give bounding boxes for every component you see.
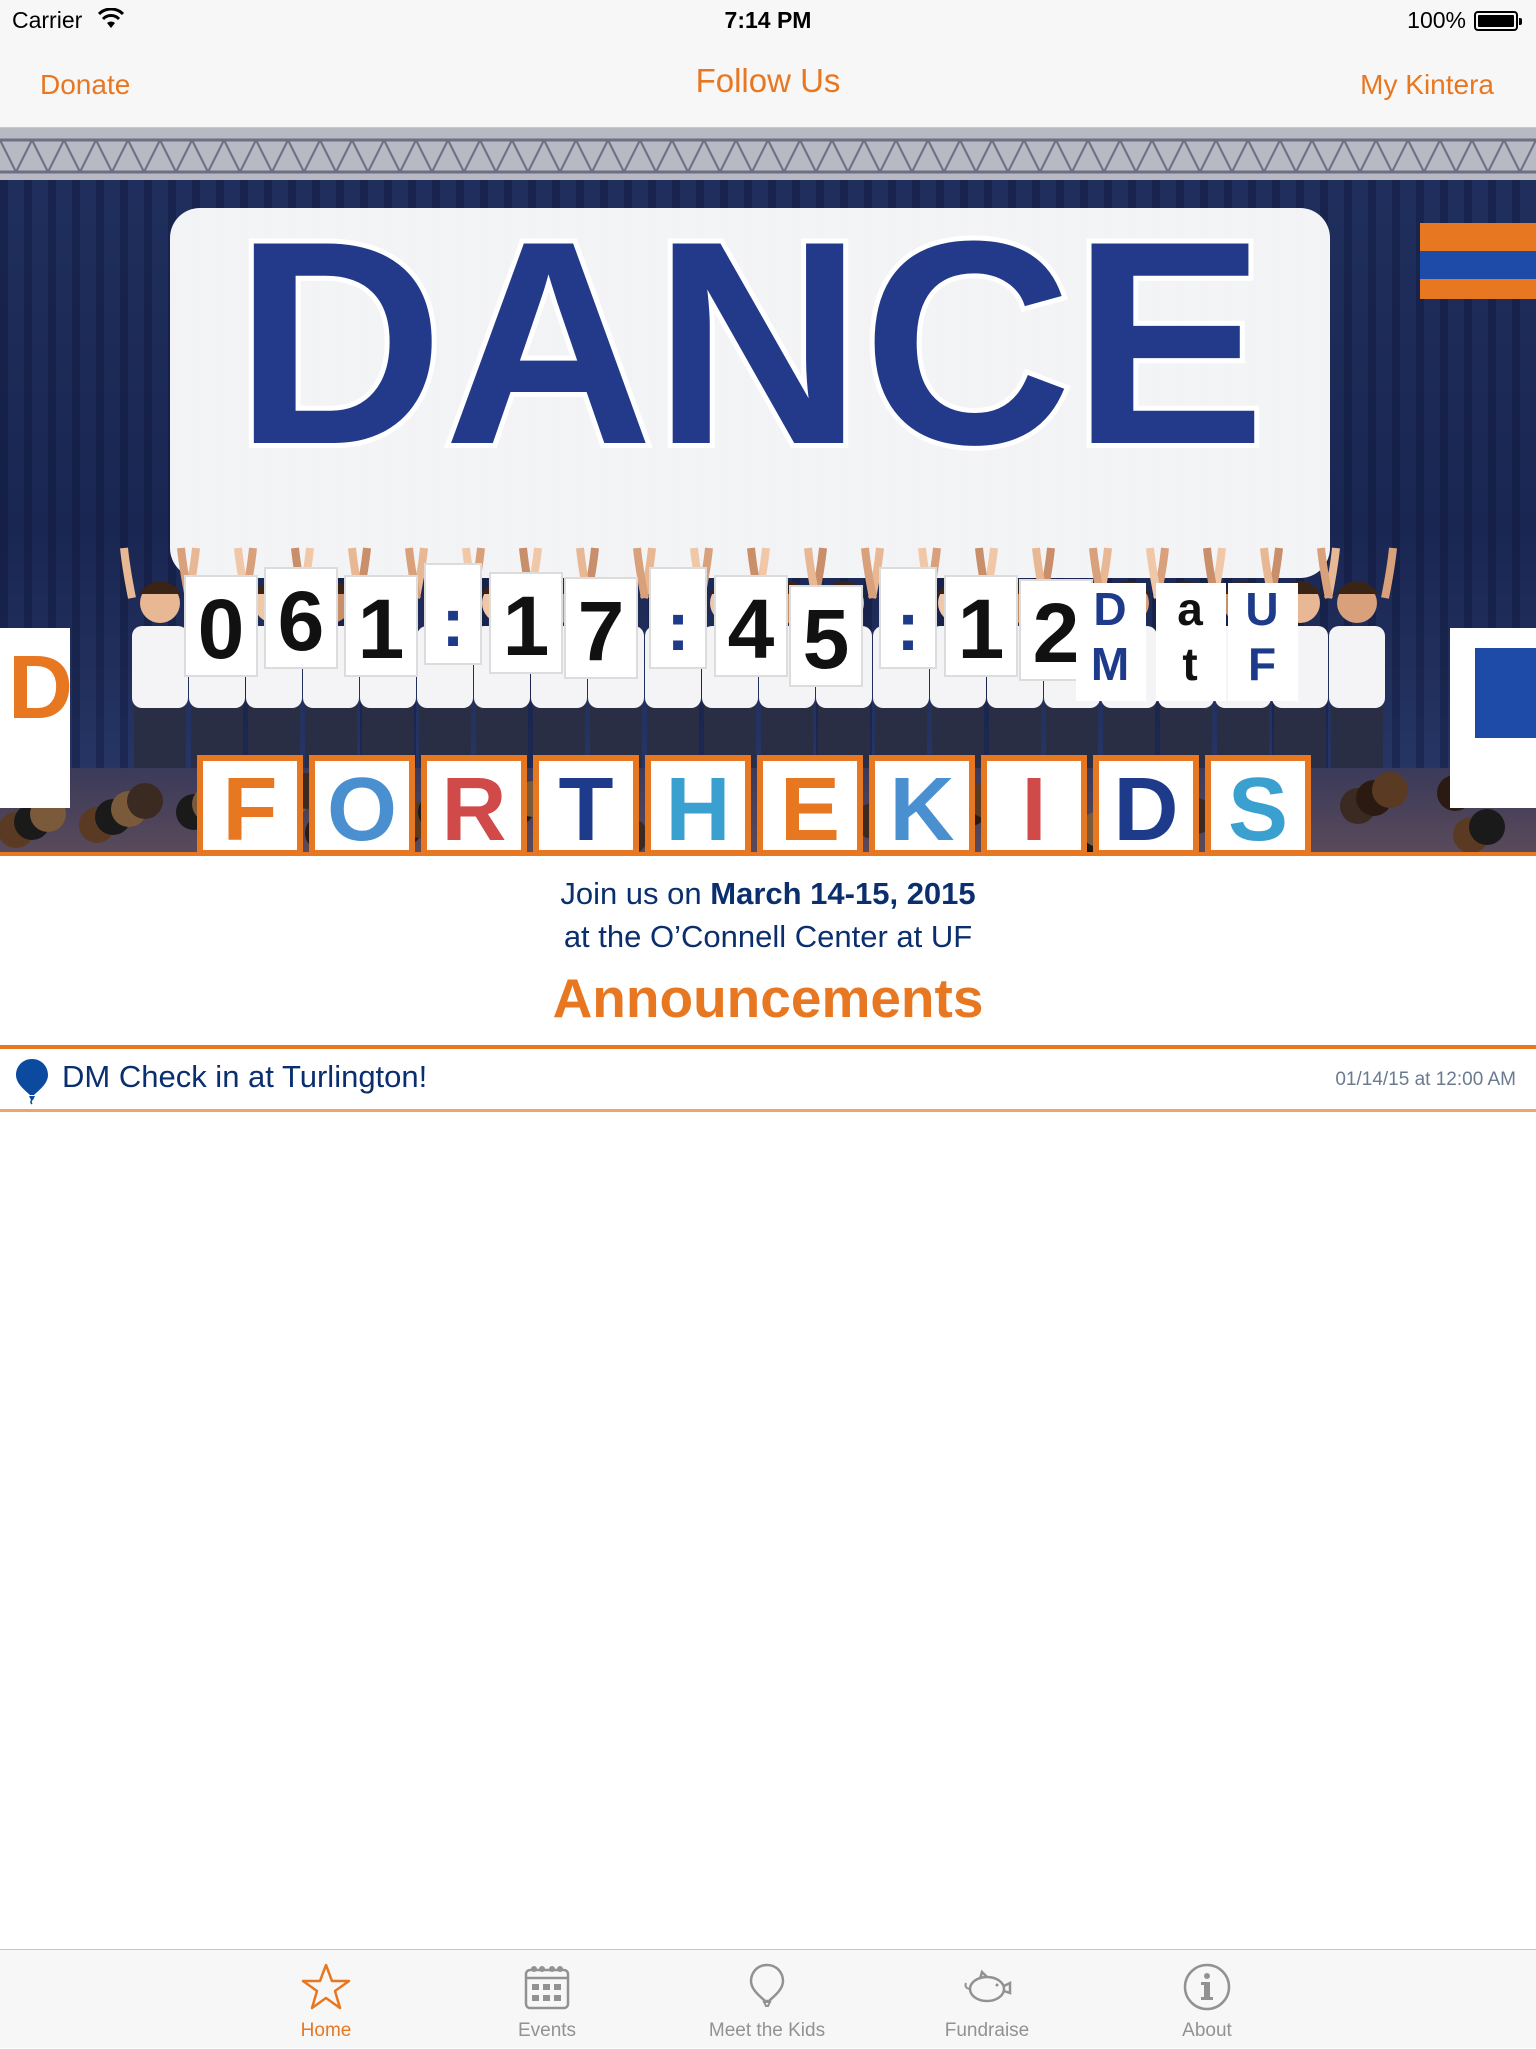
announcement-row[interactable]: DM Check in at Turlington! 01/14/15 at 1… (0, 1049, 1536, 1111)
info-icon (1183, 1963, 1231, 2011)
sign-letter-card: F (197, 755, 303, 853)
sign-letter: E (780, 760, 840, 853)
sign-letter-card: I (981, 755, 1087, 853)
event-date-line: Join us on March 14-15, 2015 (0, 872, 1536, 915)
countdown-card: 5 (789, 585, 863, 687)
countdown-card: 1 (944, 575, 1018, 677)
countdown-digit: : (441, 583, 464, 661)
countdown-digit: 1 (358, 582, 405, 676)
sign-letter: O (327, 760, 397, 853)
sign-letter: K (890, 760, 955, 853)
event-date: March 14-15, 2015 (710, 876, 976, 911)
event-location: at the O’Connell Center at UF (563, 919, 973, 954)
dance-banner: DANCE (170, 176, 1330, 578)
announcement-divider (0, 1109, 1536, 1112)
star-icon (301, 1963, 351, 2010)
announcements-heading: Announcements (552, 967, 984, 1029)
logo-letter: t (1182, 638, 1197, 690)
tab-fundraise[interactable]: Fundraise (877, 1950, 1097, 2049)
countdown-digit: : (666, 587, 689, 665)
tab-bar: Home Events Meet the Kids Fundraise Abou… (0, 1949, 1536, 2048)
tab-home-label: Home (300, 2020, 352, 2041)
navigation-bar: Donate Follow Us My Kintera (0, 40, 1536, 128)
sign-letter: H (666, 760, 731, 853)
logo-letter: D (1093, 583, 1126, 635)
countdown-card: : (649, 567, 707, 669)
tab-about[interactable]: About (1097, 1950, 1317, 2049)
countdown-digit: 4 (728, 582, 775, 676)
countdown-card: 1 (489, 572, 563, 674)
hero-divider (0, 852, 1536, 856)
announcement-date: 01/14/15 at 12:00 AM (1335, 1069, 1516, 1090)
hero-photo: DANCE 061:17:45:12DaUMtF D FORTHEKIDS (0, 128, 1536, 853)
logo-letter: a (1177, 583, 1203, 635)
tab-meet-the-kids-label: Meet the Kids (708, 2020, 826, 2041)
sign-letter: R (442, 760, 507, 853)
countdown-digit: 0 (198, 582, 245, 676)
balloon-icon (749, 1963, 785, 2007)
sign-letter: T (559, 760, 614, 853)
countdown-digit: 5 (803, 592, 850, 686)
dance-banner-text: DANCE (234, 181, 1265, 505)
countdown-digit: 2 (1033, 586, 1080, 680)
sign-letter-card: K (869, 755, 975, 853)
tab-about-label: About (1182, 2020, 1232, 2041)
sign-letter-card: O (309, 755, 415, 853)
countdown-card: 0 (184, 575, 258, 677)
announcement-title: DM Check in at Turlington! (62, 1059, 428, 1094)
event-info: Join us on March 14-15, 2015 at the O’Co… (0, 872, 1536, 958)
sign-letter-card: H (645, 755, 751, 853)
logo-letter: U (1245, 583, 1278, 635)
calendar-icon (524, 1966, 570, 2010)
event-intro-text: Join us on (560, 876, 711, 911)
countdown-card: 6 (264, 567, 338, 669)
countdown-card: : (879, 567, 937, 669)
status-bar: Carrier 7:14 PM 100% (0, 0, 1536, 40)
svg-text:D: D (8, 638, 73, 738)
sign-letter-card: T (533, 755, 639, 853)
my-kintera-button[interactable]: My Kintera (1360, 69, 1494, 101)
countdown-card: 1 (344, 575, 418, 677)
countdown-digit: 6 (278, 574, 325, 668)
countdown-card: : (424, 563, 482, 665)
logo-card: t (1182, 638, 1197, 690)
tab-fundraise-label: Fundraise (944, 2020, 1030, 2041)
sign-letter: S (1228, 760, 1288, 853)
battery-percentage: 100% (1407, 7, 1466, 33)
sign-letter: F (223, 760, 278, 853)
countdown-digit: 1 (503, 579, 550, 673)
tab-events[interactable]: Events (437, 1950, 657, 2049)
sign-letter: D (1114, 760, 1179, 853)
tab-home[interactable]: Home (216, 1950, 436, 2049)
countdown-card: 4 (714, 575, 788, 677)
sign-letter: I (1021, 760, 1046, 853)
logo-card: F (1248, 638, 1276, 690)
logo-letter: M (1091, 638, 1129, 690)
sign-letter-card: D (1093, 755, 1199, 853)
logo-card: M (1091, 638, 1129, 690)
tab-meet-the-kids[interactable]: Meet the Kids (657, 1950, 877, 2049)
dance-marathon-countdown-photo: DANCE 0 6 1:1 7:4 5:1 2 Da UM t F D FORTHEKIDS (0, 128, 1536, 853)
countdown-digit: : (896, 587, 919, 665)
clock: 7:14 PM (724, 7, 812, 33)
sign-letter-card: R (421, 755, 527, 853)
countdown-card: 7 (564, 577, 638, 679)
follow-us-button[interactable]: Follow Us (0, 62, 1536, 100)
tab-events-label: Events (517, 2020, 577, 2041)
logo-letter: F (1248, 638, 1276, 690)
sign-letter-card: E (757, 755, 863, 853)
balloon-icon (16, 1059, 48, 1105)
countdown-digit: 7 (578, 584, 625, 678)
battery-icon (1474, 11, 1522, 31)
sign-letter-card: S (1205, 755, 1311, 853)
countdown-digit: 1 (958, 582, 1005, 676)
piggy-bank-icon (964, 1969, 1012, 2003)
